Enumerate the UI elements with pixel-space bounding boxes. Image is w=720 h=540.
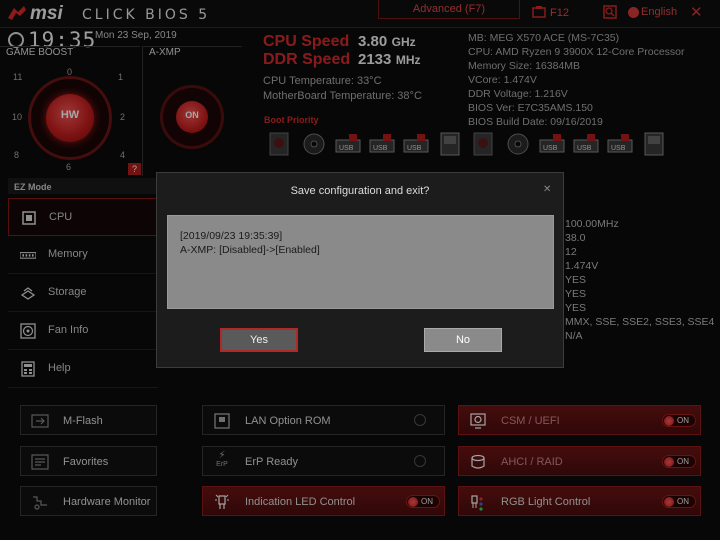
dialog-title: Save configuration and exit? — [290, 185, 430, 197]
dialog-close-icon[interactable]: ✕ — [543, 184, 551, 195]
change-log-timestamp: [2019/09/23 19:35:39] — [180, 230, 283, 242]
yes-button[interactable]: Yes — [220, 328, 298, 352]
change-log-entry: A-XMP: [Disabled]->[Enabled] — [180, 244, 320, 256]
change-log: [2019/09/23 19:35:39] A-XMP: [Disabled]-… — [167, 215, 554, 309]
no-button[interactable]: No — [424, 328, 502, 352]
